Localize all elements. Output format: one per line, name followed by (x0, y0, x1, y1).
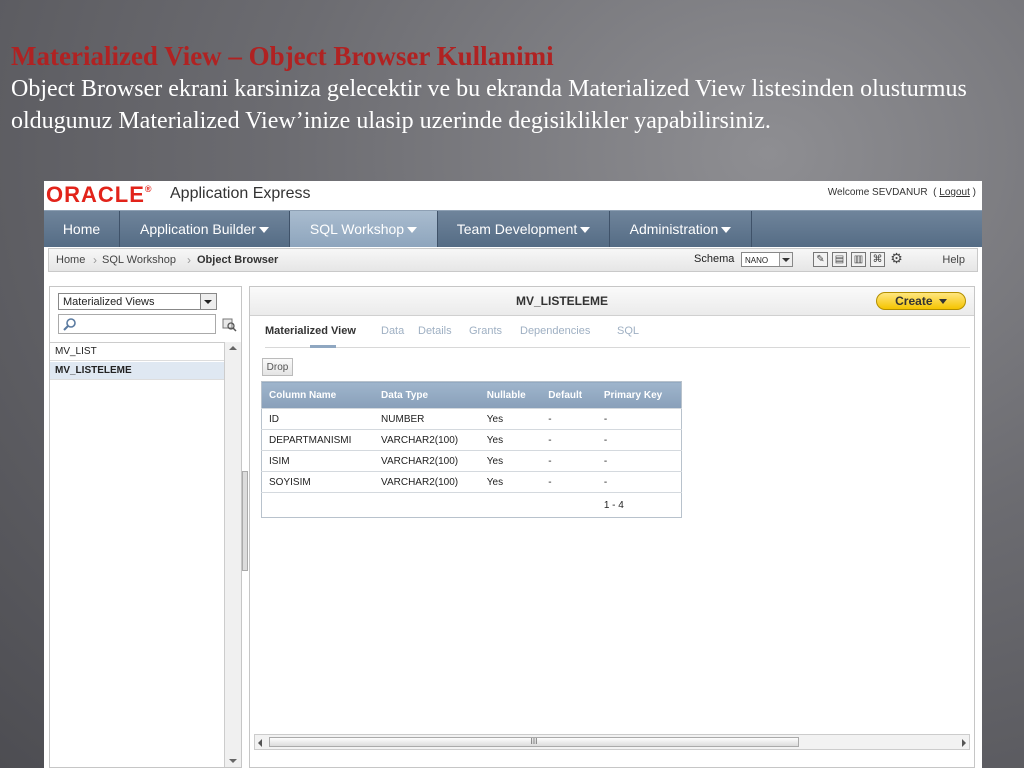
schema-label: Schema (694, 253, 735, 265)
table-cell: - (541, 450, 597, 472)
column-header[interactable]: Column Name (261, 381, 375, 409)
tab-data[interactable]: Data (381, 325, 404, 337)
table-cell: DEPARTMANISMI (261, 429, 375, 451)
scroll-right-icon[interactable] (962, 739, 966, 747)
pagination-text: 1 - 4 (596, 492, 682, 518)
tab-team-development[interactable]: Team Development (438, 211, 610, 247)
table-cell: VARCHAR2(100) (374, 471, 480, 493)
drop-button[interactable]: Drop (262, 358, 293, 376)
main-navbar: Home Application Builder SQL Workshop Te… (44, 210, 982, 247)
chevron-down-icon (200, 294, 216, 309)
table-cell: Yes (479, 429, 542, 451)
list-item[interactable]: MV_LISTELEME (50, 362, 224, 380)
tree-icon[interactable]: ⌘ (870, 252, 885, 267)
table-row: ID NUMBER Yes - - (261, 408, 682, 430)
tab-grants[interactable]: Grants (469, 325, 502, 337)
chevron-down-icon (721, 227, 732, 234)
column-header[interactable]: Nullable (479, 381, 542, 409)
table-cell: VARCHAR2(100) (374, 429, 480, 451)
column-header[interactable]: Primary Key (596, 381, 682, 409)
search-icon (63, 318, 76, 331)
gear-icon[interactable]: ⚙ (889, 251, 904, 267)
table-cell: - (596, 429, 682, 451)
active-tab-indicator (310, 345, 336, 348)
breadcrumb-separator: › (187, 253, 191, 267)
sidebar-scrollbar[interactable] (224, 342, 241, 767)
chevron-down-icon (580, 227, 591, 234)
breadcrumb-sql-workshop[interactable]: SQL Workshop (102, 254, 176, 266)
horizontal-scrollbar[interactable]: III (254, 734, 970, 750)
logout-link[interactable]: Logout (939, 187, 970, 198)
oracle-logo: ORACLE® (46, 182, 153, 207)
search-go-icon[interactable] (221, 316, 237, 332)
table-cell: - (596, 450, 682, 472)
welcome-text: Welcome SEVDANUR (827, 187, 928, 198)
help-link[interactable]: Help (942, 254, 965, 266)
breadcrumb-home[interactable]: Home (56, 254, 85, 266)
slide-body-text: Object Browser ekrani karsiniza gelecekt… (11, 76, 967, 134)
column-header[interactable]: Data Type (374, 381, 480, 409)
table-row: DEPARTMANISMI VARCHAR2(100) Yes - - (261, 429, 682, 451)
table-cell: - (541, 429, 597, 451)
slide-title: Materialized View – Object Browser Kulla… (11, 41, 554, 71)
table-cell: VARCHAR2(100) (374, 450, 480, 472)
table-cell: Yes (479, 408, 542, 430)
table-cell: - (596, 471, 682, 493)
detail-header: MV_LISTELEME Create (250, 287, 974, 316)
breadcrumb-object-browser: Object Browser (197, 254, 279, 266)
tab-administration[interactable]: Administration (610, 211, 752, 247)
tab-details[interactable]: Details (418, 325, 452, 337)
tab-sql-workshop[interactable]: SQL Workshop (290, 211, 438, 247)
list-item[interactable]: MV_LIST (50, 343, 224, 361)
breadcrumb: Home › SQL Workshop › Object Browser Sch… (48, 248, 978, 272)
welcome-area: Welcome SEVDANUR ( Logout ) (827, 187, 976, 198)
table-row: ISIM VARCHAR2(100) Yes - - (261, 450, 682, 472)
apex-header: ORACLE® Application Express Welcome SEVD… (44, 181, 982, 209)
document-icon[interactable]: ▥ (851, 252, 866, 267)
schema-select[interactable]: NANO (741, 252, 793, 267)
table-row: SOYISIM VARCHAR2(100) Yes - - (261, 471, 682, 493)
table-cell: SOYISIM (261, 471, 375, 493)
table-icon[interactable]: ▤ (832, 252, 847, 267)
chevron-down-icon (258, 227, 269, 234)
table-cell: ID (261, 408, 375, 430)
apex-window: ORACLE® Application Express Welcome SEVD… (44, 181, 982, 768)
create-button[interactable]: Create (876, 292, 966, 310)
scroll-thumb[interactable]: III (269, 737, 799, 747)
chevron-down-icon (938, 299, 947, 305)
scroll-down-icon[interactable] (229, 759, 237, 763)
table-cell: - (541, 408, 597, 430)
tab-sql[interactable]: SQL (617, 325, 639, 337)
columns-table: Column Name Data Type Nullable Default P… (261, 381, 682, 518)
table-cell: - (596, 408, 682, 430)
edit-icon[interactable]: ✎ (813, 252, 828, 267)
tab-application-builder[interactable]: Application Builder (120, 211, 290, 247)
app-name: Application Express (170, 185, 311, 202)
scroll-left-icon[interactable] (258, 739, 262, 747)
tab-dependencies[interactable]: Dependencies (520, 325, 590, 337)
table-header-row: Column Name Data Type Nullable Default P… (261, 381, 682, 409)
object-title: MV_LISTELEME (515, 294, 608, 308)
object-list: MV_LIST MV_LISTELEME (50, 342, 225, 768)
object-sidebar: Materialized Views MV_LIST MV_LISTELEME (49, 286, 242, 768)
chevron-down-icon (779, 253, 792, 266)
table-cell: - (541, 471, 597, 493)
object-type-select[interactable]: Materialized Views (58, 293, 217, 310)
chevron-down-icon (407, 227, 418, 234)
pagination-row: 1 - 4 (261, 492, 682, 518)
panel-splitter[interactable] (242, 471, 248, 571)
breadcrumb-separator: › (93, 253, 97, 267)
object-detail-panel: MV_LISTELEME Create Materialized View Da… (249, 286, 975, 768)
table-cell: Yes (479, 471, 542, 493)
object-search-input[interactable] (58, 314, 216, 334)
table-cell: Yes (479, 450, 542, 472)
table-cell: NUMBER (374, 408, 480, 430)
column-header[interactable]: Default (541, 381, 597, 409)
tab-home[interactable]: Home (44, 211, 120, 247)
detail-tabs: Materialized View Data Details Grants De… (265, 325, 970, 348)
scroll-up-icon[interactable] (229, 346, 237, 350)
tab-materialized-view[interactable]: Materialized View (265, 325, 356, 337)
table-cell: ISIM (261, 450, 375, 472)
